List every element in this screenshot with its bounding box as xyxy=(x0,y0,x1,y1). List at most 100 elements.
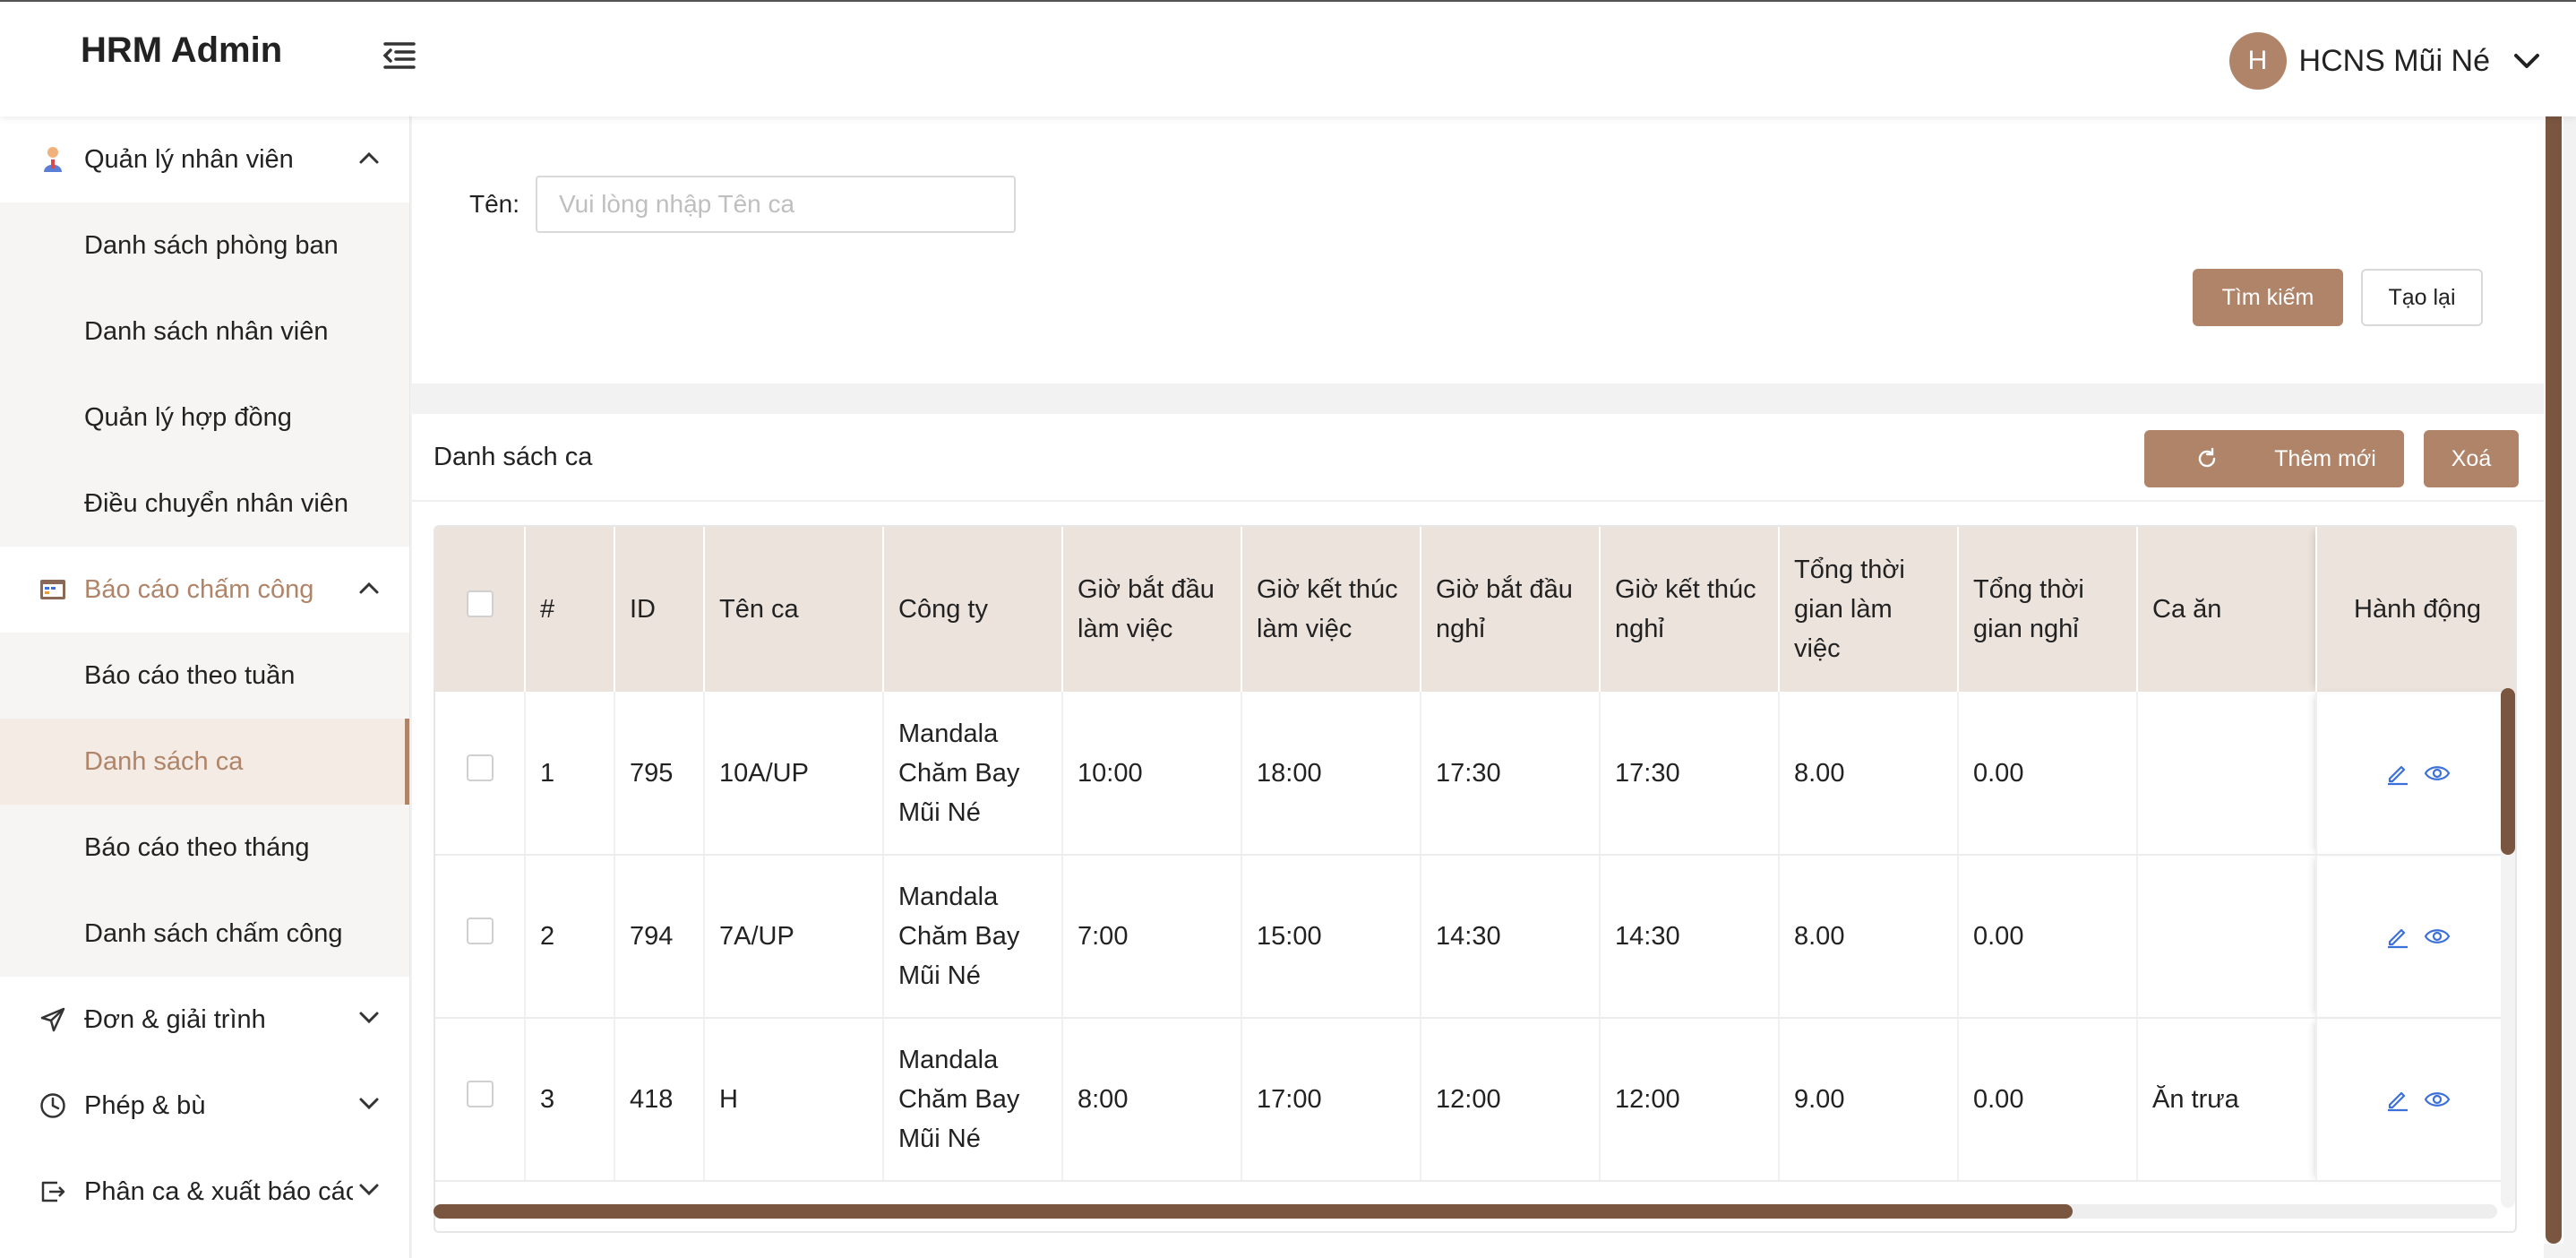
sidebar-group-shift-export[interactable]: Phân ca & xuất báo cáo xyxy=(0,1149,409,1235)
table-vertical-scroll-thumb[interactable] xyxy=(2501,688,2515,855)
view-icon[interactable] xyxy=(2424,760,2451,787)
user-name: HCNS Mũi Né xyxy=(2298,43,2490,78)
menu-fold-icon[interactable] xyxy=(382,39,417,72)
table-horizontal-scroll-thumb[interactable] xyxy=(434,1204,2073,1219)
cell-name: 7A/UP xyxy=(704,855,884,1019)
timesheet-icon xyxy=(39,576,66,603)
col-header-total-break: Tổng thời gian nghỉ xyxy=(1958,527,2138,692)
cell-no: 3 xyxy=(525,1018,615,1182)
cell-work-end: 18:00 xyxy=(1241,692,1421,856)
export-icon xyxy=(39,1178,66,1205)
shift-list-panel: Danh sách ca Thêm mới Xoá # ID Tên ca Cô… xyxy=(412,414,2544,1258)
row-select-cell xyxy=(435,855,526,1019)
table-row: 1 795 10A/UP Mandala Chăm Bay Mũi Né 10:… xyxy=(435,692,2515,856)
sidebar-item-weekly-report[interactable]: Báo cáo theo tuần xyxy=(0,633,409,719)
sidebar-group-label: Quản lý nhân viên xyxy=(84,144,294,174)
cell-company: Mandala Chăm Bay Mũi Né xyxy=(883,1018,1063,1182)
clock-icon xyxy=(39,1092,66,1119)
add-new-button[interactable]: Thêm mới xyxy=(2246,430,2404,487)
cell-meal xyxy=(2137,855,2317,1019)
list-title: Danh sách ca xyxy=(434,443,593,471)
shift-table: # ID Tên ca Công ty Giờ bắt đầu làm việc… xyxy=(434,525,2517,1233)
edit-icon[interactable] xyxy=(2384,1086,2411,1113)
sidebar-item-contracts[interactable]: Quản lý hợp đồng xyxy=(0,375,409,461)
cell-meal xyxy=(2137,692,2317,856)
cell-break-end: 14:30 xyxy=(1600,855,1780,1019)
select-all-checkbox[interactable] xyxy=(466,590,494,617)
cell-total-break: 0.00 xyxy=(1958,1018,2138,1182)
sidebar-item-attendance-list[interactable]: Danh sách chấm công xyxy=(0,891,409,977)
divider xyxy=(412,500,2544,502)
cell-meal: Ăn trưa xyxy=(2137,1018,2317,1182)
sidebar-group-leave[interactable]: Phép & bù xyxy=(0,1063,409,1149)
page-vertical-scroll-thumb[interactable] xyxy=(2546,70,2562,1244)
select-all-cell xyxy=(435,527,526,692)
cell-id: 795 xyxy=(614,692,705,856)
sidebar-group-label: Báo cáo chấm công xyxy=(84,574,314,604)
row-checkbox[interactable] xyxy=(466,754,494,781)
sidebar-group-label: Đơn & giải trình xyxy=(84,1004,266,1034)
app-title: HRM Admin xyxy=(81,30,283,70)
cell-break-end: 12:00 xyxy=(1600,1018,1780,1182)
cell-total-break: 0.00 xyxy=(1958,692,2138,856)
sidebar-group-timesheet[interactable]: Báo cáo chấm công xyxy=(0,547,409,633)
page-vertical-scrollbar[interactable] xyxy=(2544,70,2563,1244)
edit-icon[interactable] xyxy=(2384,760,2411,787)
sidebar-item-monthly-report[interactable]: Báo cáo theo tháng xyxy=(0,805,409,891)
cell-no: 1 xyxy=(525,692,615,856)
cell-break-start: 14:30 xyxy=(1421,855,1601,1019)
cell-break-start: 17:30 xyxy=(1421,692,1601,856)
col-header-total-work: Tổng thời gian làm việc xyxy=(1779,527,1959,692)
table-vertical-scrollbar[interactable] xyxy=(2501,688,2515,1208)
sidebar-group-label: Phép & bù xyxy=(84,1090,206,1120)
send-icon xyxy=(39,1006,66,1033)
reset-button[interactable]: Tạo lại xyxy=(2361,269,2483,326)
chevron-down-icon xyxy=(2514,54,2539,68)
sidebar-group-requests[interactable]: Đơn & giải trình xyxy=(0,977,409,1063)
cell-name: 10A/UP xyxy=(704,692,884,856)
user-menu[interactable]: H HCNS Mũi Né xyxy=(2228,32,2540,90)
col-header-company: Công ty xyxy=(883,527,1063,692)
cell-actions xyxy=(2316,855,2515,1019)
cell-no: 2 xyxy=(525,855,615,1019)
shift-name-input[interactable] xyxy=(536,176,1016,233)
edit-icon[interactable] xyxy=(2384,923,2411,950)
table-row: 3 418 H Mandala Chăm Bay Mũi Né 8:00 17:… xyxy=(435,1018,2515,1182)
col-header-name: Tên ca xyxy=(704,527,884,692)
sidebar-item-departments[interactable]: Danh sách phòng ban xyxy=(0,202,409,289)
row-checkbox[interactable] xyxy=(466,918,494,944)
table-row: 2 794 7A/UP Mandala Chăm Bay Mũi Né 7:00… xyxy=(435,855,2515,1019)
table-header-row: # ID Tên ca Công ty Giờ bắt đầu làm việc… xyxy=(435,527,2515,692)
sidebar-item-employees[interactable]: Danh sách nhân viên xyxy=(0,289,409,375)
avatar: H xyxy=(2228,32,2287,90)
cell-work-start: 7:00 xyxy=(1062,855,1242,1019)
cell-actions xyxy=(2316,1018,2515,1182)
col-header-work-start: Giờ bắt đầu làm việc xyxy=(1062,527,1242,692)
view-icon[interactable] xyxy=(2424,923,2451,950)
reload-icon xyxy=(2198,447,2216,468)
cell-break-end: 17:30 xyxy=(1600,692,1780,856)
table-horizontal-scrollbar[interactable] xyxy=(434,1204,2497,1219)
col-header-work-end: Giờ kết thúc làm việc xyxy=(1241,527,1421,692)
col-header-no: # xyxy=(525,527,615,692)
row-checkbox[interactable] xyxy=(466,1081,494,1107)
person-icon xyxy=(39,146,66,173)
cell-id: 794 xyxy=(614,855,705,1019)
delete-button[interactable]: Xoá xyxy=(2424,430,2519,487)
top-header: HRM Admin H HCNS Mũi Né xyxy=(0,0,2576,116)
cell-name: H xyxy=(704,1018,884,1182)
cell-break-start: 12:00 xyxy=(1421,1018,1601,1182)
cell-total-break: 0.00 xyxy=(1958,855,2138,1019)
sidebar-item-transfers[interactable]: Điều chuyển nhân viên xyxy=(0,461,409,547)
chevron-down-icon xyxy=(359,1183,379,1197)
cell-company: Mandala Chăm Bay Mũi Né xyxy=(883,855,1063,1019)
cell-id: 418 xyxy=(614,1018,705,1182)
col-header-meal: Ca ăn xyxy=(2137,527,2317,692)
view-icon[interactable] xyxy=(2424,1086,2451,1113)
cell-company: Mandala Chăm Bay Mũi Né xyxy=(883,692,1063,856)
sidebar-item-shift-list[interactable]: Danh sách ca xyxy=(0,719,409,805)
chevron-up-icon xyxy=(359,151,379,164)
cell-total-work: 8.00 xyxy=(1779,692,1959,856)
search-button[interactable]: Tìm kiếm xyxy=(2193,269,2343,326)
sidebar-group-employees[interactable]: Quản lý nhân viên xyxy=(0,116,409,202)
